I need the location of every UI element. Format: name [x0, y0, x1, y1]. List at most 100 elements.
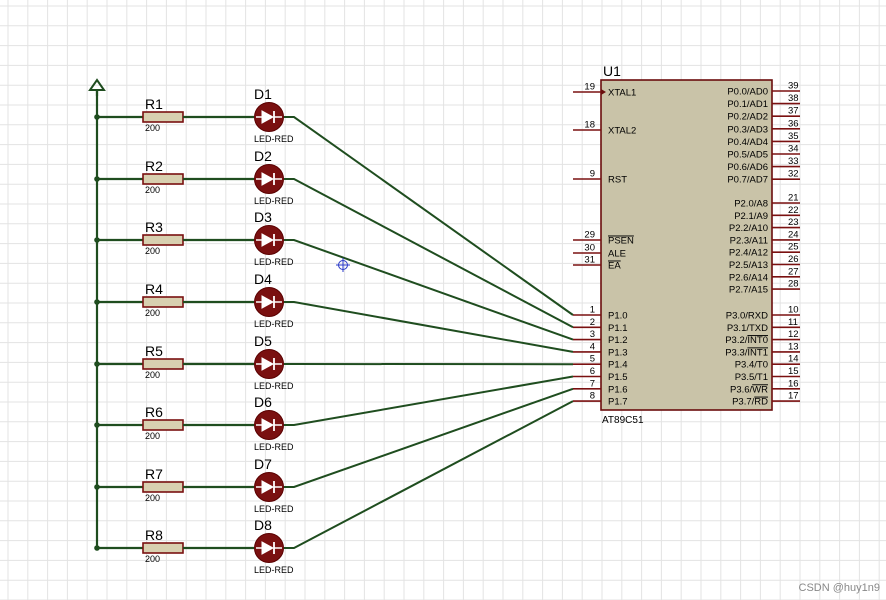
pin-name: P1.5 — [608, 372, 628, 383]
junction-dot — [94, 114, 100, 120]
pin-name: P3.5/T1 — [735, 372, 768, 383]
pin-name: P0.4/AD4 — [727, 137, 768, 148]
led-D6: D6 LED-RED — [254, 394, 294, 452]
port-wire-1 — [284, 116, 574, 316]
led-rows: R1 200 D1 LED-RED R2 200 D2 LED-RED R3 200 D3 LED-R… — [94, 86, 294, 575]
led-row-1: R1 200 D1 LED-RED — [94, 86, 294, 144]
led-ref: D3 — [254, 209, 272, 225]
pin-name: P3.2/INT0 — [725, 335, 768, 346]
pin-name: P0.0/AD0 — [727, 87, 768, 98]
pin-number: 28 — [788, 279, 799, 290]
led-ref: D6 — [254, 394, 272, 410]
schematic-canvas: R1 200 D1 LED-RED R2 200 D2 LED-RED R3 200 D3 LED-R… — [0, 0, 886, 600]
pin-name: P2.6/A14 — [729, 272, 768, 283]
resistor-R6: R6 200 — [142, 404, 184, 441]
pin-name: P3.7/RD — [732, 397, 768, 408]
port-wire-4 — [284, 301, 574, 353]
junction-dot — [94, 237, 100, 243]
pin-number: 22 — [788, 205, 799, 216]
pin-name: P1.6 — [608, 384, 628, 395]
led-D4: D4 LED-RED — [254, 271, 294, 329]
pin-name: P2.7/A15 — [729, 285, 768, 296]
led-ref: D1 — [254, 86, 272, 102]
pin-name: P1.3 — [608, 347, 628, 358]
junction-dot — [94, 422, 100, 428]
led-ref: D2 — [254, 148, 272, 164]
resistor-ref: R6 — [145, 404, 163, 420]
resistor-value: 200 — [145, 123, 160, 133]
resistor-ref: R3 — [145, 219, 163, 235]
pin-name: P0.2/AD2 — [727, 112, 768, 123]
resistor-value: 200 — [145, 493, 160, 503]
pin-number: 29 — [584, 230, 595, 241]
pin-name: P0.5/AD5 — [727, 150, 768, 161]
pin-number: 30 — [584, 243, 595, 254]
pin-name: P3.0/RXD — [726, 311, 768, 322]
pin-name: P3.3/INT1 — [725, 347, 768, 358]
pin-number: 39 — [788, 81, 799, 92]
resistor-value: 200 — [145, 185, 160, 195]
resistor-R7: R7 200 — [142, 466, 184, 503]
pin-number: 34 — [788, 144, 799, 155]
pin-number: 24 — [788, 229, 799, 240]
led-type: LED-RED — [254, 565, 294, 575]
pin-name: P1.1 — [608, 323, 628, 334]
pin-name: P2.2/A10 — [729, 223, 768, 234]
led-D8: D8 LED-RED — [254, 517, 294, 575]
pin-number: 4 — [590, 341, 595, 352]
pin-number: 10 — [788, 305, 799, 316]
pin-number: 14 — [788, 354, 799, 365]
pin-name: P2.4/A12 — [729, 248, 768, 259]
junction-dot — [94, 299, 100, 305]
chip-ref-label: U1 — [603, 63, 621, 79]
resistor-R3: R3 200 — [142, 219, 184, 256]
junction-dot — [94, 545, 100, 551]
led-type: LED-RED — [254, 257, 294, 267]
pin-name: P0.3/AD3 — [727, 124, 768, 135]
resistor-value: 200 — [145, 554, 160, 564]
pin-number: 26 — [788, 254, 799, 265]
pin-name: P0.6/AD6 — [727, 162, 768, 173]
port-wire-7 — [284, 387, 574, 488]
pin-name: P0.7/AD7 — [727, 175, 768, 186]
pin-number: 25 — [788, 242, 799, 253]
pin-name: P3.4/T0 — [735, 360, 768, 371]
watermark: CSDN @huy1n9 — [798, 582, 880, 594]
pin-number: 38 — [788, 93, 799, 104]
microcontroller-chip: U1 AT89C51 19XTAL118XTAL29RST29PSEN30ALE… — [573, 63, 800, 426]
pin-name: PSEN — [608, 236, 634, 247]
port-wire-6 — [284, 375, 574, 426]
pin-number: 31 — [584, 255, 595, 266]
pin-number: 21 — [788, 193, 799, 204]
led-row-3: R3 200 D3 LED-RED — [94, 209, 294, 267]
pin-number: 19 — [584, 82, 595, 93]
pin-name: RST — [608, 175, 627, 186]
led-type: LED-RED — [254, 504, 294, 514]
led-type: LED-RED — [254, 319, 294, 329]
pin-number: 15 — [788, 366, 799, 377]
led-type: LED-RED — [254, 381, 294, 391]
pin-number: 33 — [788, 156, 799, 167]
pin-name: P2.3/A11 — [730, 235, 768, 246]
pin-number: 8 — [590, 391, 595, 402]
pin-number: 16 — [788, 378, 799, 389]
resistor-ref: R7 — [145, 466, 163, 482]
resistor-ref: R1 — [145, 96, 163, 112]
led-D3: D3 LED-RED — [254, 209, 294, 267]
led-type: LED-RED — [254, 196, 294, 206]
pin-name: P1.4 — [608, 360, 628, 371]
resistor-ref: R5 — [145, 343, 163, 359]
pin-number: 6 — [590, 366, 595, 377]
led-to-port-wires — [284, 116, 574, 549]
led-D2: D2 LED-RED — [254, 148, 294, 206]
led-type: LED-RED — [254, 134, 294, 144]
port-wire-3 — [284, 239, 574, 341]
led-row-6: R6 200 D6 LED-RED — [94, 394, 294, 452]
led-row-4: R4 200 D4 LED-RED — [94, 271, 294, 329]
pin-name: XTAL1 — [608, 88, 636, 99]
junction-dot — [94, 484, 100, 490]
led-D7: D7 LED-RED — [254, 456, 294, 514]
pin-name: P1.2 — [608, 335, 628, 346]
led-ref: D7 — [254, 456, 272, 472]
pin-name: XTAL2 — [608, 126, 636, 137]
